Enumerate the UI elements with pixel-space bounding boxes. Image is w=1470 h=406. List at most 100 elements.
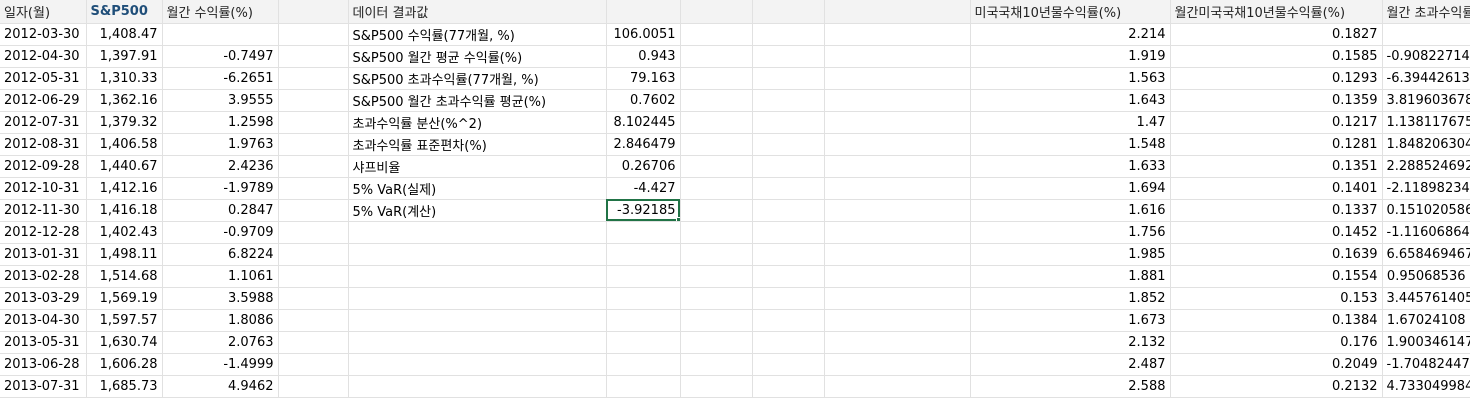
cell-monthly-treasury-return[interactable]: 0.1554 <box>1170 265 1383 288</box>
cell-monthly-return[interactable]: 1.8086 <box>162 309 279 332</box>
cell-blank-h[interactable] <box>752 287 825 310</box>
cell-sp500[interactable]: 1,440.67 <box>86 155 163 178</box>
cell-date[interactable]: 2012-10-31 <box>0 177 87 200</box>
cell-blank-g[interactable] <box>680 265 753 288</box>
cell-blank-i[interactable] <box>824 155 971 178</box>
cell-monthly-treasury-return[interactable]: 0.1585 <box>1170 45 1383 68</box>
selected-cell[interactable]: -3.92185 <box>606 199 681 222</box>
cell-blank-d[interactable] <box>278 177 349 200</box>
cell-monthly-return[interactable]: 2.4236 <box>162 155 279 178</box>
cell-result-label[interactable] <box>348 309 607 332</box>
column-header-monthly-return[interactable]: 월간 수익률(%) <box>162 0 279 24</box>
column-header-treasury-yield[interactable]: 미국국채10년물수익률(%) <box>970 0 1171 24</box>
cell-monthly-return[interactable]: 6.8224 <box>162 243 279 266</box>
cell-monthly-treasury-return[interactable]: 0.1452 <box>1170 221 1383 244</box>
cell-monthly-treasury-return[interactable]: 0.1827 <box>1170 23 1383 46</box>
cell-treasury-yield[interactable]: 1.756 <box>970 221 1171 244</box>
cell-result-value[interactable] <box>606 287 681 310</box>
cell-sp500[interactable]: 1,310.33 <box>86 67 163 90</box>
cell-result-label[interactable]: 초과수익률 분산(%^2) <box>348 111 607 134</box>
cell-result-value[interactable] <box>606 331 681 354</box>
cell-blank-i[interactable] <box>824 331 971 354</box>
cell-treasury-yield[interactable]: 1.673 <box>970 309 1171 332</box>
cell-blank-d[interactable] <box>278 287 349 310</box>
cell-monthly-treasury-return[interactable]: 0.1351 <box>1170 155 1383 178</box>
cell-monthly-treasury-return[interactable]: 0.1217 <box>1170 111 1383 134</box>
cell-sp500[interactable]: 1,685.73 <box>86 375 163 398</box>
cell-blank-h[interactable] <box>752 243 825 266</box>
cell-monthly-excess-return[interactable]: 1.900346147 <box>1382 331 1470 354</box>
cell-monthly-excess-return[interactable]: -1.11606864 <box>1382 221 1470 244</box>
cell-monthly-excess-return[interactable]: 3.819603678 <box>1382 89 1470 112</box>
cell-monthly-excess-return[interactable]: -2.118982343 <box>1382 177 1470 200</box>
cell-sp500[interactable]: 1,597.57 <box>86 309 163 332</box>
cell-treasury-yield[interactable]: 1.563 <box>970 67 1171 90</box>
column-header-monthly-treasury-return[interactable]: 월간미국국채10년물수익률(%) <box>1170 0 1383 24</box>
cell-result-value[interactable] <box>606 243 681 266</box>
cell-blank-d[interactable] <box>278 309 349 332</box>
cell-blank-g[interactable] <box>680 243 753 266</box>
cell-result-label[interactable]: S&P500 월간 초과수익률 평균(%) <box>348 89 607 112</box>
cell-blank-i[interactable] <box>824 309 971 332</box>
cell-monthly-treasury-return[interactable]: 0.2132 <box>1170 375 1383 398</box>
cell-date[interactable]: 2012-06-29 <box>0 89 87 112</box>
cell-blank-d[interactable] <box>278 155 349 178</box>
cell-blank-d[interactable] <box>278 89 349 112</box>
cell-date[interactable]: 2012-09-28 <box>0 155 87 178</box>
cell-result-label[interactable]: 초과수익률 표준편차(%) <box>348 133 607 156</box>
cell-result-value[interactable]: 79.163 <box>606 67 681 90</box>
cell-blank-h[interactable] <box>752 265 825 288</box>
cell-blank-d[interactable] <box>278 133 349 156</box>
cell-monthly-excess-return[interactable]: -6.394426134 <box>1382 67 1470 90</box>
cell-monthly-treasury-return[interactable]: 0.1639 <box>1170 243 1383 266</box>
cell-monthly-treasury-return[interactable]: 0.176 <box>1170 331 1383 354</box>
cell-blank-d[interactable] <box>278 67 349 90</box>
cell-result-value[interactable]: 106.0051 <box>606 23 681 46</box>
cell-monthly-return[interactable]: 1.1061 <box>162 265 279 288</box>
cell-monthly-treasury-return[interactable]: 0.1281 <box>1170 133 1383 156</box>
cell-sp500[interactable]: 1,397.91 <box>86 45 163 68</box>
cell-blank-h[interactable] <box>752 309 825 332</box>
cell-treasury-yield[interactable]: 1.616 <box>970 199 1171 222</box>
cell-monthly-excess-return[interactable]: 1.848206304 <box>1382 133 1470 156</box>
cell-monthly-treasury-return[interactable]: 0.1293 <box>1170 67 1383 90</box>
cell-treasury-yield[interactable]: 1.985 <box>970 243 1171 266</box>
cell-blank-h[interactable] <box>752 375 825 398</box>
cell-blank-i[interactable] <box>824 353 971 376</box>
cell-monthly-excess-return[interactable]: 6.658469467 <box>1382 243 1470 266</box>
cell-blank-g[interactable] <box>680 111 753 134</box>
cell-blank-h[interactable] <box>752 177 825 200</box>
cell-result-label[interactable]: 샤프비율 <box>348 155 607 178</box>
cell-monthly-excess-return[interactable]: 0.95068536 <box>1382 265 1470 288</box>
cell-blank-i[interactable] <box>824 89 971 112</box>
cell-result-label[interactable] <box>348 375 607 398</box>
cell-sp500[interactable]: 1,379.32 <box>86 111 163 134</box>
cell-blank-g[interactable] <box>680 353 753 376</box>
cell-date[interactable]: 2013-01-31 <box>0 243 87 266</box>
column-header-date[interactable]: 일자(월) <box>0 0 87 24</box>
cell-blank-g[interactable] <box>680 309 753 332</box>
cell-monthly-excess-return[interactable]: 1.138117675 <box>1382 111 1470 134</box>
cell-date[interactable]: 2013-03-29 <box>0 287 87 310</box>
column-header-blank-h[interactable] <box>752 0 825 24</box>
cell-blank-h[interactable] <box>752 133 825 156</box>
cell-monthly-treasury-return[interactable]: 0.2049 <box>1170 353 1383 376</box>
cell-blank-d[interactable] <box>278 375 349 398</box>
cell-blank-d[interactable] <box>278 243 349 266</box>
cell-blank-h[interactable] <box>752 45 825 68</box>
cell-monthly-excess-return[interactable]: 4.733049984 <box>1382 375 1470 398</box>
cell-result-label[interactable]: S&P500 수익률(77개월, %) <box>348 23 607 46</box>
cell-blank-i[interactable] <box>824 287 971 310</box>
cell-blank-i[interactable] <box>824 67 971 90</box>
cell-treasury-yield[interactable]: 2.487 <box>970 353 1171 376</box>
cell-result-value[interactable]: 0.7602 <box>606 89 681 112</box>
cell-sp500[interactable]: 1,406.58 <box>86 133 163 156</box>
cell-result-label[interactable]: S&P500 초과수익률(77개월, %) <box>348 67 607 90</box>
cell-blank-g[interactable] <box>680 221 753 244</box>
column-header-blank-i[interactable] <box>824 0 971 24</box>
cell-blank-d[interactable] <box>278 45 349 68</box>
cell-sp500[interactable]: 1,362.16 <box>86 89 163 112</box>
cell-result-label[interactable]: 5% VaR(계산) <box>348 199 607 222</box>
cell-result-label[interactable]: S&P500 월간 평균 수익률(%) <box>348 45 607 68</box>
cell-monthly-return[interactable] <box>162 23 279 46</box>
